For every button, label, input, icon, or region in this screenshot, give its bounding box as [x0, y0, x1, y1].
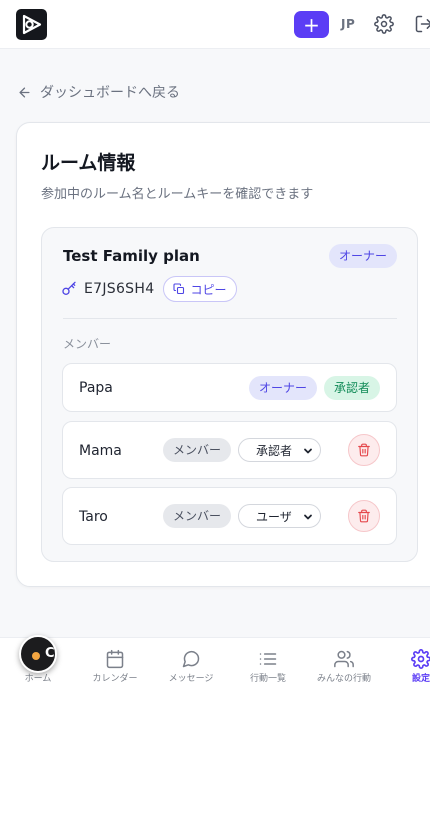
- back-to-dashboard-link[interactable]: ダッシュボードへ戻る: [17, 82, 180, 102]
- status-dot: [32, 652, 40, 660]
- app-logo-icon[interactable]: [16, 9, 47, 40]
- role-select-value: ユーザ: [256, 509, 292, 524]
- language-toggle[interactable]: JP: [341, 17, 355, 31]
- add-button[interactable]: +: [294, 11, 329, 38]
- nav-item-everyone-activity[interactable]: みんなの行動: [306, 638, 382, 690]
- trash-icon: [358, 509, 370, 523]
- gear-icon: [411, 649, 430, 669]
- delete-member-button[interactable]: [348, 500, 380, 532]
- divider: [63, 318, 397, 319]
- room-name: Test Family plan: [63, 247, 200, 265]
- nav-item-activity-list[interactable]: 行動一覧: [230, 638, 306, 690]
- member-row: Taro メンバー ユーザ: [62, 487, 397, 545]
- member-name: Papa: [79, 380, 113, 396]
- room-key: E7JS6SH4: [84, 281, 155, 297]
- nav-item-messages[interactable]: メッセージ: [153, 638, 229, 690]
- approver-badge: 承認者: [324, 376, 381, 400]
- copy-icon: [173, 283, 185, 295]
- member-row: Mama メンバー 承認者: [62, 421, 397, 479]
- room-role-badge: オーナー: [329, 244, 398, 268]
- list-icon: [259, 653, 277, 665]
- role-select-value: 承認者: [256, 443, 293, 458]
- gear-icon[interactable]: [374, 14, 394, 34]
- owner-badge: オーナー: [249, 376, 318, 400]
- copy-label: コピー: [190, 282, 227, 297]
- floating-assistant-button[interactable]: C: [19, 635, 57, 673]
- nav-item-settings[interactable]: 設定: [383, 638, 430, 690]
- calendar-icon: [106, 649, 124, 669]
- arrow-left-icon: [19, 87, 30, 97]
- back-link-label: ダッシュボードへ戻る: [40, 85, 180, 101]
- bottom-nav: ホーム カレンダー メッセージ 行動一覧 みんなの行動 設定: [0, 637, 430, 689]
- logout-icon[interactable]: [414, 14, 430, 34]
- member-name: Taro: [79, 509, 108, 525]
- app-header: + JP: [0, 0, 430, 49]
- key-icon: [62, 281, 76, 295]
- nav-label: みんなの行動: [316, 674, 371, 684]
- member-row: Papa オーナー 承認者: [62, 363, 397, 412]
- users-icon: [334, 650, 354, 668]
- member-badge: メンバー: [163, 438, 232, 462]
- nav-label: 行動一覧: [249, 674, 286, 684]
- delete-member-button[interactable]: [348, 434, 380, 466]
- chevron-down-icon: [304, 514, 312, 520]
- nav-label: カレンダー: [92, 674, 138, 684]
- nav-label: メッセージ: [168, 674, 214, 684]
- floating-button-letter: C: [45, 646, 55, 661]
- copy-key-button[interactable]: コピー: [163, 276, 237, 302]
- role-select[interactable]: ユーザ: [238, 504, 321, 528]
- nav-item-calendar[interactable]: カレンダー: [77, 638, 153, 690]
- member-name: Mama: [79, 443, 122, 459]
- page-title: ルーム情報: [41, 152, 136, 174]
- member-badge: メンバー: [163, 504, 232, 528]
- page-subtitle: 参加中のルーム名とルームキーを確認できます: [41, 187, 314, 202]
- members-heading: メンバー: [63, 337, 112, 351]
- message-icon: [182, 650, 200, 668]
- nav-label: 設定: [411, 674, 430, 684]
- chevron-down-icon: [304, 448, 312, 454]
- trash-icon: [358, 443, 370, 457]
- role-select[interactable]: 承認者: [238, 438, 321, 462]
